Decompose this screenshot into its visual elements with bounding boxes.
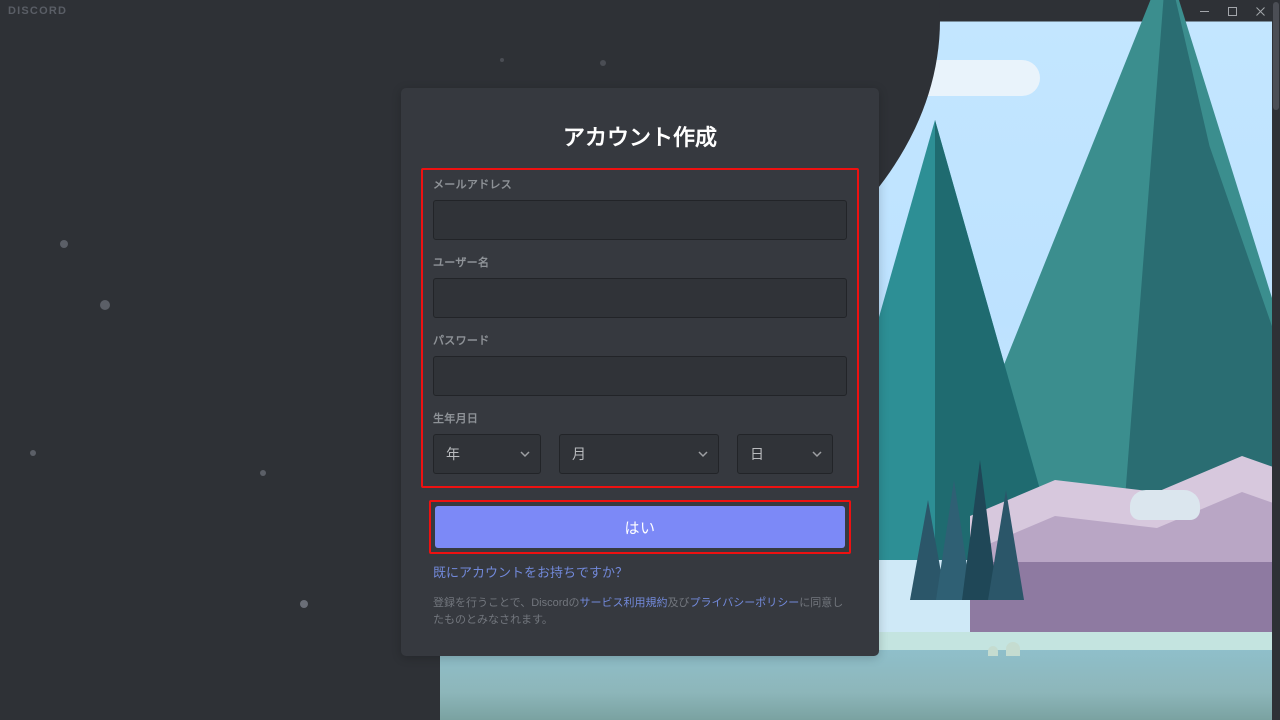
close-button[interactable] [1246, 1, 1274, 21]
maximize-button[interactable] [1218, 1, 1246, 21]
dob-day-value: 日 [750, 444, 764, 464]
chevron-down-icon [698, 446, 708, 462]
card-title: アカウント作成 [433, 120, 847, 152]
highlight-fields: メールアドレス ユーザー名 パスワード 生年月日 年 月 [421, 168, 859, 488]
titlebar: DISCORD [0, 0, 1280, 22]
username-input[interactable] [433, 278, 847, 318]
password-input[interactable] [433, 356, 847, 396]
legal-mid: 及び [668, 597, 690, 609]
app-brand: DISCORD [8, 5, 67, 17]
username-field-group: ユーザー名 [433, 254, 847, 318]
email-label: メールアドレス [433, 176, 847, 192]
close-icon [1255, 6, 1266, 17]
dob-label: 生年月日 [433, 410, 847, 426]
dob-day-select[interactable]: 日 [737, 434, 833, 474]
window-controls [1190, 1, 1274, 21]
dob-year-value: 年 [446, 444, 460, 464]
email-input[interactable] [433, 200, 847, 240]
email-field-group: メールアドレス [433, 176, 847, 240]
dob-month-select[interactable]: 月 [559, 434, 719, 474]
dob-field-group: 生年月日 年 月 日 [433, 410, 847, 474]
dob-year-select[interactable]: 年 [433, 434, 541, 474]
minimize-button[interactable] [1190, 1, 1218, 21]
tos-link[interactable]: サービス利用規約 [580, 597, 668, 609]
register-card: アカウント作成 メールアドレス ユーザー名 パスワード 生年月日 年 [401, 88, 879, 656]
scrollbar-thumb[interactable] [1273, 2, 1279, 110]
dob-month-value: 月 [572, 444, 586, 464]
legal-text: 登録を行うことで、Discordのサービス利用規約及びプライバシーポリシーに同意… [433, 595, 847, 628]
chevron-down-icon [812, 446, 822, 462]
password-field-group: パスワード [433, 332, 847, 396]
already-have-account-link[interactable]: 既にアカウントをお持ちですか？ [433, 562, 847, 581]
legal-pre: 登録を行うことで、Discordの [433, 597, 580, 609]
scrollbar[interactable] [1272, 0, 1280, 720]
username-label: ユーザー名 [433, 254, 847, 270]
privacy-link[interactable]: プライバシーポリシー [690, 597, 800, 609]
highlight-submit: はい [429, 500, 851, 554]
submit-button[interactable]: はい [435, 506, 845, 548]
maximize-icon [1227, 6, 1238, 17]
chevron-down-icon [520, 446, 530, 462]
minimize-icon [1199, 6, 1210, 17]
password-label: パスワード [433, 332, 847, 348]
